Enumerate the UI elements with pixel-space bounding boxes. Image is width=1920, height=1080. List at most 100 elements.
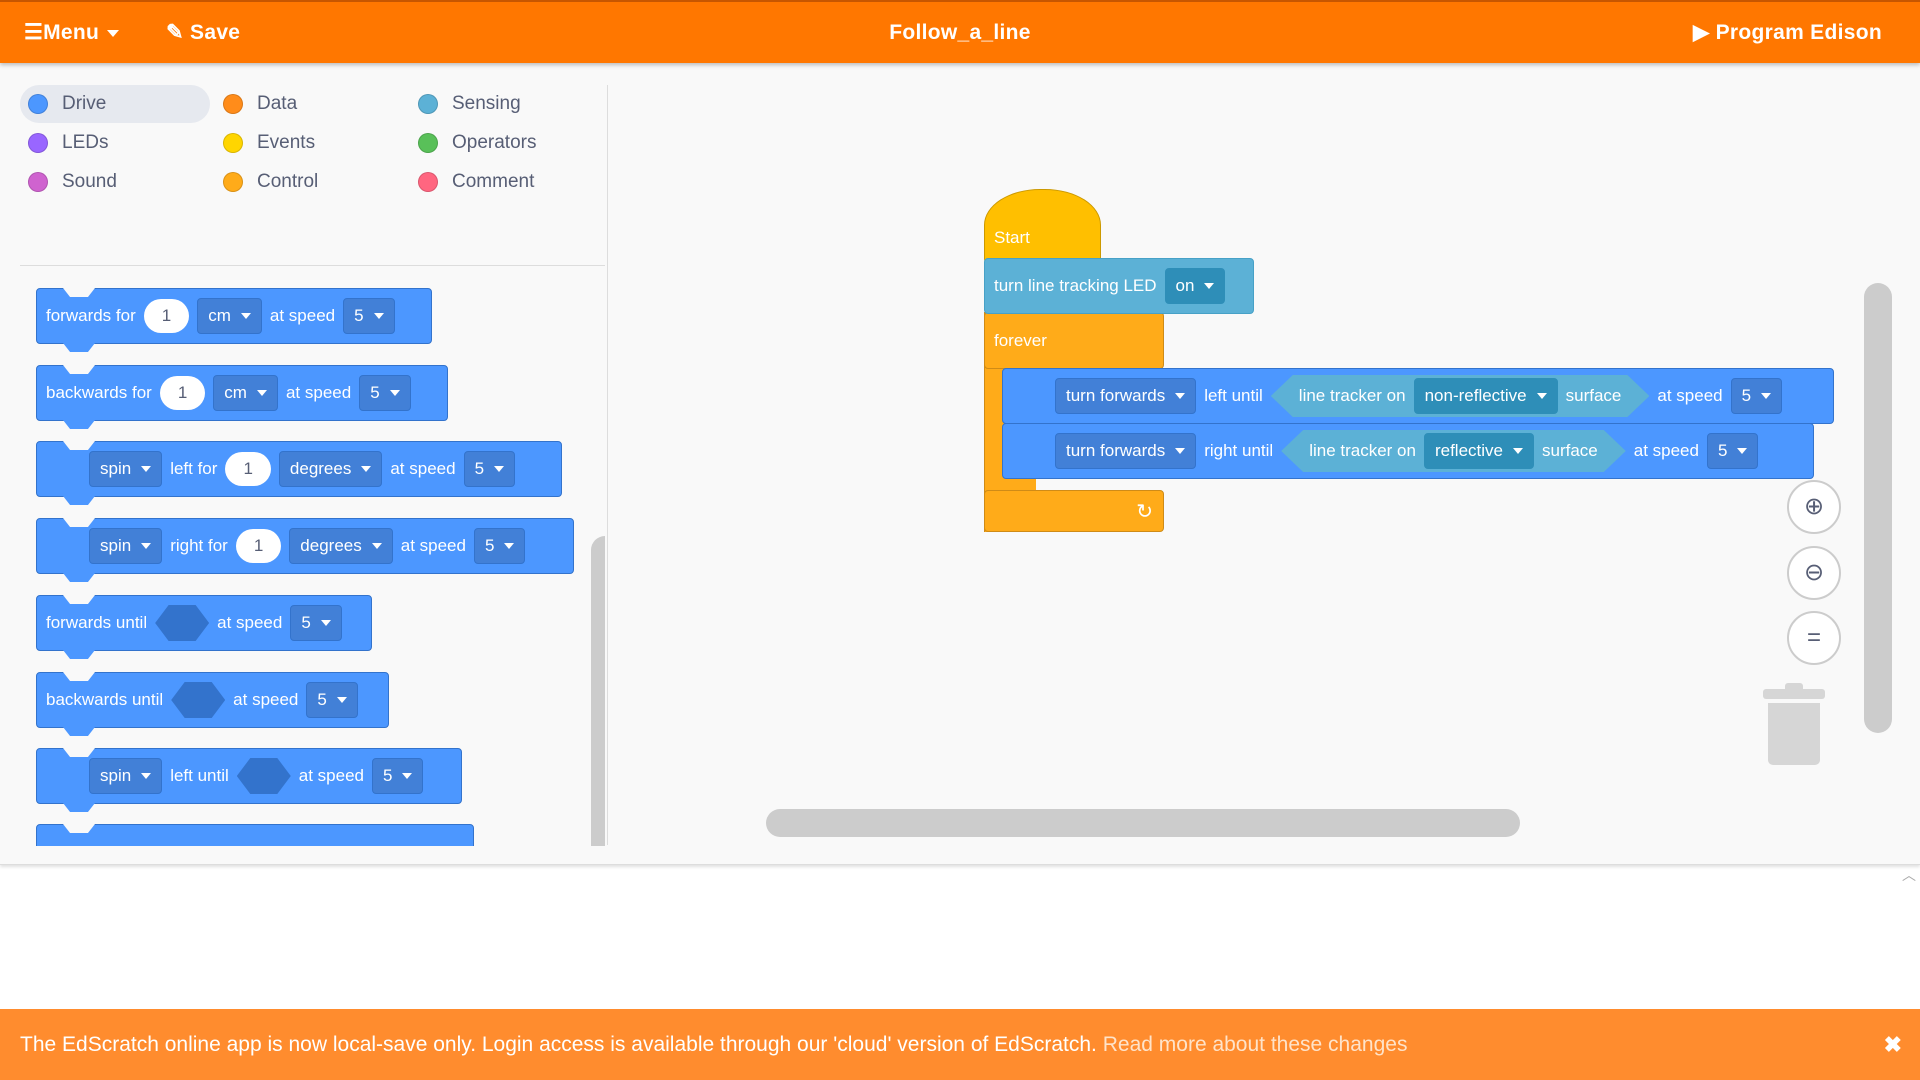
dropdown-caret-icon <box>141 543 152 549</box>
category-color-dot <box>28 94 48 114</box>
category-label: Data <box>257 93 298 114</box>
start-hat-block[interactable]: Start <box>984 189 1101 263</box>
degrees-input[interactable]: 1 <box>225 452 271 486</box>
condition-slot[interactable] <box>171 682 226 718</box>
distance-input[interactable]: 1 <box>159 376 206 410</box>
dropdown-caret-icon <box>1761 393 1772 399</box>
notice-banner: The EdScratch online app is now local-sa… <box>0 1009 1920 1080</box>
dropdown-caret-icon <box>361 466 372 472</box>
surface-dropdown[interactable]: reflective <box>1424 433 1534 469</box>
block-text: forwards for <box>46 306 136 325</box>
category-label: Comment <box>452 171 535 192</box>
category-comment[interactable]: Comment <box>410 163 600 201</box>
zoom-out-icon[interactable]: ⊖ <box>1787 546 1841 600</box>
speed-dropdown[interactable]: 5 <box>372 758 424 794</box>
workspace-horizontal-scrollbar[interactable] <box>766 809 1520 837</box>
distance-input[interactable]: 1 <box>143 299 190 333</box>
dropdown-caret-icon <box>504 543 515 549</box>
category-control[interactable]: Control <box>215 163 405 201</box>
condition-slot[interactable] <box>236 758 291 794</box>
chevron-up-icon[interactable]: ︿ <box>1898 865 1920 885</box>
speed-dropdown[interactable]: 5 <box>290 605 342 641</box>
category-label: Control <box>257 171 319 192</box>
category-color-dot <box>223 133 243 153</box>
menu-button[interactable]: ☰Menu <box>24 2 120 63</box>
category-label: LEDs <box>62 132 109 153</box>
dropdown-caret-icon <box>1513 448 1523 454</box>
line-tracking-led-block[interactable]: turn line tracking LED on <box>984 258 1254 314</box>
surface-dropdown[interactable]: non-reflective <box>1414 378 1558 414</box>
script-workspace[interactable]: ↻ forever Start turn line tracking LED on… <box>608 85 1920 845</box>
category-sound[interactable]: Sound <box>20 163 210 201</box>
block-backwards-for[interactable]: backwards for 1 cm at speed 5 <box>36 365 448 429</box>
turn-dropdown[interactable]: turn forwards <box>1055 433 1197 469</box>
block-spin-left-for[interactable]: spin left for 1 degrees at speed 5 <box>36 441 562 505</box>
category-events[interactable]: Events <box>215 124 405 162</box>
degrees-input[interactable]: 1 <box>235 529 282 563</box>
dropdown-caret-icon <box>1737 448 1748 454</box>
category-color-dot <box>28 133 48 153</box>
block-backwards-until[interactable]: backwards until at speed 5 <box>36 672 389 736</box>
block-forwards-for[interactable]: forwards for 1 cm at speed 5 <box>36 288 432 352</box>
condition-slot[interactable] <box>155 605 210 641</box>
category-label: Operators <box>452 132 537 153</box>
line-tracker-condition[interactable]: line tracker on non-reflective surface <box>1271 375 1650 417</box>
unit-dropdown[interactable]: degrees <box>289 528 393 564</box>
led-state-dropdown[interactable]: on <box>1164 268 1226 304</box>
speed-dropdown[interactable]: 5 <box>463 451 516 487</box>
block-text: right until <box>1204 441 1274 460</box>
turn-right-until-block[interactable]: turn forwards right until line tracker on… <box>1002 423 1814 479</box>
speed-dropdown[interactable]: 5 <box>306 682 358 718</box>
save-button[interactable]: ✎ Save <box>166 2 240 63</box>
category-drive[interactable]: Drive <box>20 85 210 123</box>
zoom-in-icon[interactable]: ⊕ <box>1787 480 1841 534</box>
line-tracker-condition[interactable]: line tracker on reflective surface <box>1281 430 1626 472</box>
category-label: Sound <box>62 171 117 192</box>
block-text: left until <box>170 766 229 785</box>
flyout-scrollbar[interactable] <box>591 536 605 846</box>
speed-dropdown[interactable]: 5 <box>343 298 395 334</box>
read-more-link[interactable]: Read more about these changes <box>1103 1033 1408 1056</box>
start-label: Start <box>994 228 1030 247</box>
turn-dropdown[interactable]: turn forwards <box>1055 378 1197 414</box>
dropdown-caret-icon <box>1175 448 1186 454</box>
block-partial[interactable] <box>36 824 474 846</box>
program-edison-button[interactable]: ▶ Program Edison <box>1693 2 1882 63</box>
block-text: backwards until <box>46 690 164 709</box>
speed-dropdown[interactable]: 5 <box>1706 433 1759 469</box>
forever-block[interactable]: forever <box>984 312 1164 369</box>
spin-dropdown[interactable]: spin <box>89 451 163 487</box>
category-sensing[interactable]: Sensing <box>410 85 600 123</box>
block-text: right for <box>170 536 228 555</box>
speed-dropdown[interactable]: 5 <box>359 375 411 411</box>
category-label: Events <box>257 132 316 153</box>
unit-dropdown[interactable]: degrees <box>278 451 383 487</box>
close-icon[interactable]: ✖ <box>1884 1009 1902 1080</box>
block-text: turn line tracking LED <box>994 276 1157 295</box>
speed-dropdown[interactable]: 5 <box>473 528 526 564</box>
block-spin-left-until[interactable]: spin left until at speed 5 <box>36 748 462 812</box>
reset-zoom-icon[interactable]: = <box>1787 611 1841 665</box>
turn-left-until-block[interactable]: turn forwards left until line tracker on n… <box>1002 368 1834 424</box>
block-forwards-until[interactable]: forwards until at speed 5 <box>36 595 372 659</box>
category-data[interactable]: Data <box>215 85 405 123</box>
trash-icon[interactable] <box>1763 683 1825 767</box>
workspace-vertical-scrollbar[interactable] <box>1864 283 1892 733</box>
category-leds[interactable]: LEDs <box>20 124 210 162</box>
unit-dropdown[interactable]: cm <box>213 375 278 411</box>
spin-dropdown[interactable]: spin <box>89 758 163 794</box>
dropdown-caret-icon <box>402 773 413 779</box>
program-edison-label: Program Edison <box>1715 21 1882 44</box>
block-spin-right-for[interactable]: spin right for 1 degrees at speed 5 <box>36 518 574 582</box>
unit-dropdown[interactable]: cm <box>197 298 262 334</box>
forever-bottom[interactable]: ↻ <box>984 490 1164 532</box>
dropdown-caret-icon <box>1537 393 1547 399</box>
block-text: at speed <box>298 766 365 785</box>
dropdown-caret-icon <box>336 697 347 703</box>
spin-dropdown[interactable]: spin <box>89 528 163 564</box>
category-operators[interactable]: Operators <box>410 124 600 162</box>
play-icon: ▶ <box>1693 21 1710 44</box>
program-title: Follow_a_line <box>889 21 1031 44</box>
dropdown-caret-icon <box>373 313 384 319</box>
speed-dropdown[interactable]: 5 <box>1730 378 1783 414</box>
